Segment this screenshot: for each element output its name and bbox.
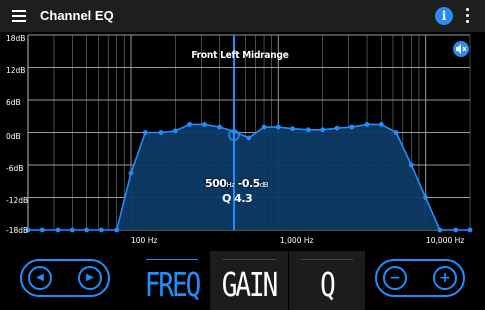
eq-band-point — [305, 127, 311, 133]
x-tick-label: 100 Hz — [131, 236, 158, 245]
chevron-right-icon: ▶ — [86, 272, 94, 283]
next-band-button[interactable]: ▶ — [78, 266, 102, 290]
eq-band-point — [201, 121, 207, 127]
band-readout: 500Hz -0.5dB — [205, 177, 269, 190]
tab-label: GAIN — [221, 267, 279, 305]
hamburger-menu-icon[interactable] — [12, 10, 26, 22]
tab-indicator — [146, 259, 198, 260]
eq-band-point — [290, 126, 295, 132]
eq-band-point — [128, 170, 134, 176]
eq-band-point — [84, 227, 90, 233]
eq-band-point — [453, 227, 459, 233]
plus-icon: + — [439, 270, 451, 286]
eq-band-point — [275, 124, 281, 130]
y-tick-label: 0dB — [6, 132, 21, 141]
tab-indicator — [301, 259, 353, 260]
readout-freq-unit: Hz — [226, 181, 235, 189]
eq-band-point — [408, 162, 414, 168]
eq-band-point — [334, 125, 340, 131]
eq-band-point — [55, 227, 61, 233]
more-vert-icon[interactable] — [466, 8, 470, 24]
eq-band-point — [172, 128, 178, 134]
band-select-control[interactable]: ◀ ▶ — [20, 259, 110, 297]
eq-band-point — [187, 121, 193, 127]
increase-button[interactable]: + — [433, 266, 457, 290]
eq-band-point — [320, 127, 326, 133]
eq-band-point — [246, 135, 252, 141]
tab-q[interactable]: Q — [288, 251, 365, 310]
eq-band-point — [158, 130, 164, 135]
y-tick-label: -18dB — [6, 226, 29, 235]
eq-band-point — [261, 124, 267, 130]
eq-band-point — [349, 124, 355, 130]
previous-band-button[interactable]: ◀ — [28, 266, 52, 290]
y-tick-label: 12dB — [6, 66, 26, 75]
x-tick-label: 1,000 Hz — [280, 236, 314, 245]
y-tick-label: -12dB — [6, 196, 29, 205]
adjust-value-control[interactable]: − + — [375, 259, 465, 297]
eq-graph[interactable]: 18dB 12dB 6dB 0dB -6dB -12dB -18dB 100 H… — [0, 33, 485, 245]
y-tick-label: 18dB — [6, 34, 26, 43]
chevron-left-icon: ◀ — [36, 272, 44, 283]
eq-band-point — [99, 227, 104, 233]
speaker-mute-icon[interactable] — [453, 41, 469, 57]
eq-band-point — [217, 124, 223, 130]
eq-chart[interactable] — [0, 33, 485, 245]
page-title: Channel EQ — [40, 8, 114, 23]
minus-icon: − — [389, 270, 401, 286]
eq-band-point — [364, 121, 370, 127]
tab-label: Q — [320, 267, 336, 305]
eq-band-point — [437, 227, 443, 233]
tab-indicator — [222, 259, 276, 260]
eq-band-point — [69, 227, 75, 233]
control-bar: ◀ ▶ FREQ GAIN Q − + — [0, 245, 485, 310]
eq-band-point — [467, 227, 473, 233]
tab-gain[interactable]: GAIN — [210, 251, 288, 310]
decrease-button[interactable]: − — [383, 266, 407, 290]
eq-band-point — [114, 227, 120, 233]
tab-label: FREQ — [144, 267, 202, 305]
eq-band-point — [39, 227, 45, 233]
channel-name: Front Left Midrange — [191, 50, 289, 61]
readout-freq: 500 — [205, 177, 227, 190]
readout-gain: -0.5 — [237, 177, 261, 190]
app-bar: Channel EQ i — [0, 0, 485, 32]
info-icon[interactable]: i — [435, 7, 453, 25]
y-tick-label: 6dB — [6, 98, 21, 107]
readout-gain-unit: dB — [259, 181, 269, 189]
eq-band-point — [393, 130, 399, 135]
eq-band-point — [142, 130, 148, 135]
x-tick-label: 10,000 Hz — [426, 236, 465, 245]
eq-band-point — [378, 121, 384, 127]
tab-freq[interactable]: FREQ — [134, 251, 210, 310]
readout-q: Q 4.3 — [222, 192, 253, 205]
y-tick-label: -6dB — [6, 164, 24, 173]
eq-band-point — [423, 195, 429, 200]
